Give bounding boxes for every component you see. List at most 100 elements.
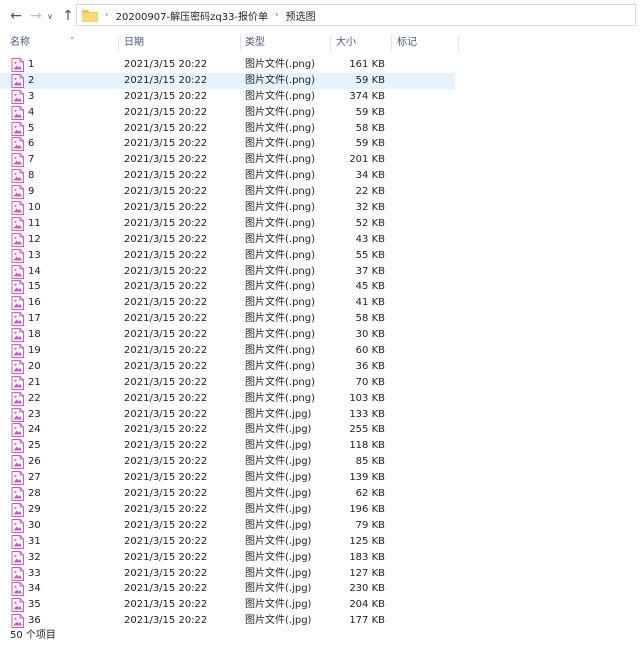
address-bar[interactable]: › 20200907-解压密码zq33-报价单 › 预选图	[76, 4, 636, 26]
file-date: 2021/3/15 20:22	[124, 170, 208, 182]
file-name: 34	[28, 583, 41, 595]
file-row[interactable]: 14 2021/3/15 20:22 图片文件(.png) 37 KB	[0, 264, 455, 280]
breadcrumb-separator-icon[interactable]: ›	[275, 10, 279, 20]
file-row[interactable]: 35 2021/3/15 20:22 图片文件(.jpg) 204 KB	[0, 597, 455, 613]
file-type: 图片文件(.png)	[245, 170, 316, 182]
file-row[interactable]: 13 2021/3/15 20:22 图片文件(.png) 55 KB	[0, 248, 455, 264]
status-item-count: 50 个项目	[10, 630, 56, 641]
column-divider[interactable]	[240, 35, 241, 51]
file-row[interactable]: 34 2021/3/15 20:22 图片文件(.jpg) 230 KB	[0, 581, 455, 597]
file-row[interactable]: 31 2021/3/15 20:22 图片文件(.jpg) 125 KB	[0, 534, 455, 550]
file-row[interactable]: 24 2021/3/15 20:22 图片文件(.jpg) 255 KB	[0, 422, 455, 438]
column-header-size[interactable]: 大小	[336, 32, 390, 54]
file-type: 图片文件(.jpg)	[245, 424, 312, 436]
file-type: 图片文件(.png)	[245, 217, 316, 229]
column-divider[interactable]	[391, 35, 392, 51]
forward-button[interactable]: →	[26, 6, 46, 26]
file-row[interactable]: 7 2021/3/15 20:22 图片文件(.png) 201 KB	[0, 152, 455, 168]
column-divider[interactable]	[118, 35, 119, 51]
image-file-icon	[11, 137, 24, 152]
file-row[interactable]: 29 2021/3/15 20:22 图片文件(.jpg) 196 KB	[0, 502, 455, 518]
file-name: 35	[28, 599, 41, 611]
file-date: 2021/3/15 20:22	[124, 59, 208, 70]
file-row[interactable]: 21 2021/3/15 20:22 图片文件(.png) 70 KB	[0, 375, 455, 391]
back-button[interactable]: ←	[6, 6, 26, 26]
file-date: 2021/3/15 20:22	[124, 408, 208, 420]
file-row[interactable]: 5 2021/3/15 20:22 图片文件(.png) 58 KB	[0, 121, 455, 137]
file-date: 2021/3/15 20:22	[124, 186, 208, 198]
file-name: 27	[28, 472, 41, 484]
file-size: 58 KB	[355, 122, 385, 134]
file-row[interactable]: 2 2021/3/15 20:22 图片文件(.png) 59 KB	[0, 72, 455, 89]
file-row[interactable]: 20 2021/3/15 20:22 图片文件(.png) 36 KB	[0, 359, 455, 375]
file-row[interactable]: 17 2021/3/15 20:22 图片文件(.png) 58 KB	[0, 311, 455, 327]
file-type: 图片文件(.png)	[245, 154, 316, 166]
recent-locations-button[interactable]: ∨	[44, 6, 56, 26]
file-list: 1 2021/3/15 20:22 图片文件(.png) 161 KB 2 2021/3/…	[0, 57, 640, 629]
image-file-icon	[11, 73, 24, 88]
file-row[interactable]: 22 2021/3/15 20:22 图片文件(.png) 103 KB	[0, 391, 455, 407]
file-size: 59 KB	[355, 106, 385, 118]
file-row[interactable]: 8 2021/3/15 20:22 图片文件(.png) 34 KB	[0, 168, 455, 184]
file-row[interactable]: 3 2021/3/15 20:22 图片文件(.png) 374 KB	[0, 89, 455, 105]
file-row[interactable]: 10 2021/3/15 20:22 图片文件(.png) 32 KB	[0, 200, 455, 216]
file-size: 255 KB	[349, 424, 385, 436]
file-type: 图片文件(.png)	[245, 186, 316, 198]
column-divider[interactable]	[458, 35, 459, 51]
file-row[interactable]: 16 2021/3/15 20:22 图片文件(.png) 41 KB	[0, 295, 455, 311]
file-name: 32	[28, 551, 41, 563]
image-file-icon	[11, 598, 24, 613]
breadcrumb-separator-icon[interactable]: ›	[105, 10, 109, 20]
file-date: 2021/3/15 20:22	[124, 599, 208, 611]
file-name: 4	[28, 106, 35, 118]
file-date: 2021/3/15 20:22	[124, 345, 208, 357]
file-size: 32 KB	[355, 202, 385, 214]
column-header-size-label: 大小	[336, 37, 356, 48]
file-row[interactable]: 1 2021/3/15 20:22 图片文件(.png) 161 KB	[0, 57, 455, 73]
file-row[interactable]: 15 2021/3/15 20:22 图片文件(.png) 45 KB	[0, 279, 455, 295]
image-file-icon	[11, 58, 24, 72]
file-row[interactable]: 28 2021/3/15 20:22 图片文件(.jpg) 62 KB	[0, 486, 455, 502]
file-row[interactable]: 25 2021/3/15 20:22 图片文件(.jpg) 118 KB	[0, 438, 455, 454]
up-button[interactable]: ↑	[58, 6, 78, 26]
file-date: 2021/3/15 20:22	[124, 217, 208, 229]
file-row[interactable]: 4 2021/3/15 20:22 图片文件(.png) 59 KB	[0, 105, 455, 121]
image-file-icon	[11, 216, 24, 231]
file-size: 133 KB	[349, 408, 385, 420]
file-row[interactable]: 30 2021/3/15 20:22 图片文件(.jpg) 79 KB	[0, 518, 455, 534]
file-row[interactable]: 32 2021/3/15 20:22 图片文件(.jpg) 183 KB	[0, 550, 455, 566]
file-size: 85 KB	[355, 456, 385, 468]
file-row[interactable]: 36 2021/3/15 20:22 图片文件(.jpg) 177 KB	[0, 613, 455, 629]
file-name: 24	[28, 424, 41, 436]
file-row[interactable]: 11 2021/3/15 20:22 图片文件(.png) 52 KB	[0, 216, 455, 232]
file-row[interactable]: 19 2021/3/15 20:22 图片文件(.png) 60 KB	[0, 343, 455, 359]
file-type: 图片文件(.png)	[245, 345, 316, 357]
file-row[interactable]: 18 2021/3/15 20:22 图片文件(.png) 30 KB	[0, 327, 455, 343]
file-date: 2021/3/15 20:22	[124, 106, 208, 118]
file-row[interactable]: 26 2021/3/15 20:22 图片文件(.jpg) 85 KB	[0, 454, 455, 470]
file-row[interactable]: 12 2021/3/15 20:22 图片文件(.png) 43 KB	[0, 232, 455, 248]
file-date: 2021/3/15 20:22	[124, 202, 208, 214]
breadcrumb-current-folder[interactable]: 预选图	[286, 8, 316, 23]
breadcrumb-parent-folder[interactable]: 20200907-解压密码zq33-报价单	[116, 8, 268, 23]
file-type: 图片文件(.png)	[245, 90, 316, 102]
file-type: 图片文件(.jpg)	[245, 440, 312, 452]
file-name: 16	[28, 297, 41, 309]
column-header-type[interactable]: 类型	[245, 32, 329, 54]
file-type: 图片文件(.jpg)	[245, 488, 312, 500]
file-name: 28	[28, 488, 41, 500]
file-row[interactable]: 6 2021/3/15 20:22 图片文件(.png) 59 KB	[0, 136, 455, 152]
file-date: 2021/3/15 20:22	[124, 297, 208, 309]
file-row[interactable]: 9 2021/3/15 20:22 图片文件(.png) 22 KB	[0, 184, 455, 200]
file-row[interactable]: 27 2021/3/15 20:22 图片文件(.jpg) 139 KB	[0, 470, 455, 486]
column-header-name[interactable]: 名称 ˄	[10, 32, 120, 54]
column-header-tags[interactable]: 标记	[397, 32, 457, 54]
file-type: 图片文件(.jpg)	[245, 535, 312, 547]
file-size: 183 KB	[349, 551, 385, 563]
file-size: 41 KB	[355, 297, 385, 309]
file-row[interactable]: 33 2021/3/15 20:22 图片文件(.jpg) 127 KB	[0, 566, 455, 582]
file-date: 2021/3/15 20:22	[124, 122, 208, 134]
column-header-date[interactable]: 日期	[124, 32, 238, 54]
file-row[interactable]: 23 2021/3/15 20:22 图片文件(.jpg) 133 KB	[0, 407, 455, 423]
column-divider[interactable]	[330, 35, 331, 51]
